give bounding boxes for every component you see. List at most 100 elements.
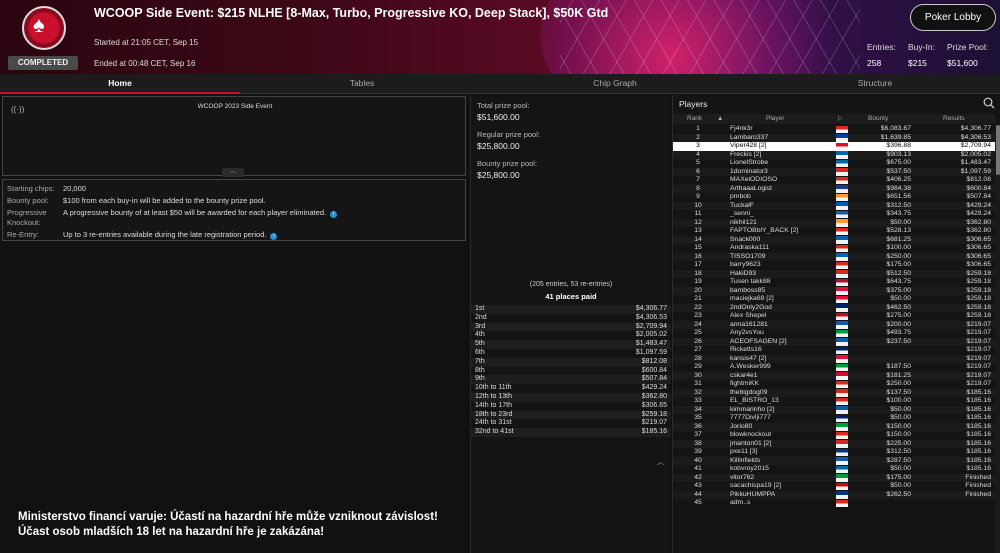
player-row[interactable]: 9 pmbob $651.56 $507.84 <box>673 193 995 202</box>
player-name: maciejka69 [2] <box>730 295 774 302</box>
player-row[interactable]: 20 bamboss85 $375.00 $259.18 <box>673 286 995 295</box>
player-result: $259.18 <box>966 286 991 294</box>
country-flag-icon <box>836 244 848 252</box>
player-bounty: $312.50 <box>886 201 911 209</box>
player-row[interactable]: 32 thebigdog09 $137.50 $185.16 <box>673 388 995 397</box>
search-icon[interactable] <box>983 97 995 109</box>
col-results[interactable]: Results <box>943 115 965 122</box>
player-row[interactable]: 6 1dominator3 $537.50 $1,097.59 <box>673 167 995 176</box>
player-row[interactable]: 16 TISSO1709 $250.00 $306.65 <box>673 252 995 261</box>
country-flag-icon <box>836 253 848 261</box>
col-player[interactable]: Player <box>766 115 784 122</box>
player-row[interactable]: 31 fightmiKK $250.00 $219.07 <box>673 380 995 389</box>
player-row[interactable]: 15 Andraska111 $100.00 $306.65 <box>673 244 995 253</box>
payout-place: 7th <box>475 357 485 365</box>
player-row[interactable]: 40 Killinfields $287.50 $185.16 <box>673 456 995 465</box>
player-row[interactable]: 36 Jorio80 $150.00 $185.16 <box>673 422 995 431</box>
player-row[interactable]: 38 jmanton01 [2] $225.00 $185.16 <box>673 439 995 448</box>
player-row[interactable]: 11 _senni_ $343.75 $429.24 <box>673 210 995 219</box>
player-row[interactable]: 24 anna161281 $200.00 $219.07 <box>673 320 995 329</box>
player-row[interactable]: 25 Any2vsYou $493.75 $219.07 <box>673 329 995 338</box>
player-row[interactable]: 4 Freckis [2] $903.13 $2,005.02 <box>673 150 995 159</box>
player-row[interactable]: 14 Snack000 $681.25 $306.65 <box>673 235 995 244</box>
payout-row: 7th $812.08 <box>471 357 671 367</box>
player-row[interactable]: 7 MAXelODIOSO $406.25 $812.08 <box>673 176 995 185</box>
player-rank: 6 <box>696 167 700 175</box>
player-row[interactable]: 21 maciejka69 [2] $50.00 $259.18 <box>673 295 995 304</box>
player-row[interactable]: 8 ArthaaaLogist $984.38 $600.84 <box>673 184 995 193</box>
player-rank: 3 <box>696 142 700 149</box>
player-row[interactable]: 22 2ndOnly2God $462.50 $259.18 <box>673 303 995 312</box>
player-row[interactable]: 35 7777Divlji777 $50.00 $185.16 <box>673 414 995 423</box>
player-row[interactable]: 5 LionelStrobe $675.00 $1,483.47 <box>673 159 995 168</box>
player-rank: 13 <box>694 227 702 234</box>
payout-row: 1st $4,306.77 <box>471 305 671 314</box>
payout-place: 10th to 11th <box>475 384 512 392</box>
regular-prize-value: $25,800.00 <box>477 141 520 151</box>
player-bounty: $1,639.85 <box>880 133 911 141</box>
payout-row: 2nd $4,306.53 <box>471 314 671 323</box>
info-label: Knockout: <box>7 218 41 227</box>
tab-tables[interactable]: Tables <box>242 74 482 94</box>
player-bounty: $175.00 <box>886 473 911 481</box>
country-flag-icon <box>836 295 848 303</box>
player-row[interactable]: 19 Tusen takk88 $643.75 $259.18 <box>673 278 995 287</box>
warning-line-2: Účast osob mladších 18 let na hazardní h… <box>18 526 325 538</box>
country-flag-icon <box>836 312 848 320</box>
player-result: $219.07 <box>966 346 991 353</box>
player-row[interactable]: 42 vitor762 $175.00 Finished <box>673 473 995 482</box>
player-row[interactable]: 12 nikhil121 $50.00 $362.80 <box>673 218 995 227</box>
sort-up-icon[interactable]: ▲ <box>717 115 723 122</box>
player-name: Tusen takk88 <box>730 278 771 285</box>
info-icon[interactable]: i <box>330 211 338 218</box>
player-row[interactable]: 17 barry9623 $175.00 $306.65 <box>673 261 995 270</box>
player-bounty: $396.88 <box>886 142 911 149</box>
player-row[interactable]: 29 A.Wesker999 $187.50 $219.07 <box>673 363 995 372</box>
player-row[interactable]: 39 pxe11 [3] $312.50 $185.16 <box>673 448 995 457</box>
payout-row: 12th to 13th $362.80 <box>471 392 671 402</box>
player-row[interactable]: 27 Ricketts16 $219.07 <box>673 346 995 355</box>
players-scrollbar[interactable] <box>995 125 1000 553</box>
poker-lobby-button[interactable]: Poker Lobby <box>910 4 996 31</box>
player-result: Finished <box>965 473 991 481</box>
scrollbar-thumb[interactable] <box>996 125 1000 175</box>
tab-home[interactable]: Home <box>0 74 240 94</box>
player-row[interactable]: 33 EL_BISTRO_13 $100.00 $185.16 <box>673 397 995 406</box>
player-row[interactable]: 37 blowknockout $150.00 $185.16 <box>673 431 995 440</box>
player-rank: 15 <box>694 244 702 251</box>
player-row[interactable]: 30 cskar4e1 $181.25 $219.07 <box>673 371 995 380</box>
player-row[interactable]: 28 kansis47 [2] $219.07 <box>673 354 995 363</box>
collapse-chevron-icon[interactable]: ︿ <box>222 168 244 177</box>
player-row[interactable]: 26 ACEOFSAGEN [2] $237.50 $219.07 <box>673 337 995 346</box>
payout-place: 2nd <box>475 313 487 321</box>
player-row[interactable]: 44 PikkuHUMPPA $262.50 Finished <box>673 490 995 499</box>
info-icon[interactable]: i <box>270 233 278 240</box>
player-bounty: $250.00 <box>886 380 911 387</box>
player-rank: 37 <box>694 431 702 438</box>
tab-chip-graph[interactable]: Chip Graph <box>495 74 735 94</box>
col-rank[interactable]: Rank <box>687 115 702 122</box>
player-row[interactable]: 41 kobvroy2015 $50.00 $185.16 <box>673 465 995 474</box>
player-result: $219.07 <box>966 371 991 379</box>
player-row[interactable]: 45 adm..s <box>673 499 995 508</box>
col-bounty[interactable]: Bounty <box>868 115 888 122</box>
player-result: $1,097.59 <box>960 167 991 175</box>
player-row[interactable]: 3 Viper428 [2] $396.88 $2,709.94 <box>673 142 995 151</box>
payout-place: 3rd <box>475 322 486 330</box>
flag-icon[interactable]: ⚐ <box>837 115 843 123</box>
player-rank: 9 <box>696 193 700 200</box>
bounty-prize-value: $25,800.00 <box>477 170 520 180</box>
player-row[interactable]: 23 Alex Shepel $275.00 $259.18 <box>673 312 995 321</box>
player-name: anna161281 <box>730 320 768 328</box>
player-name: nikhil121 <box>730 218 757 226</box>
player-row[interactable]: 2 Lambaro337 $1,639.85 $4,306.53 <box>673 133 995 142</box>
player-row[interactable]: 13 FAPTOBblY_BACK [2] $528.13 $362.80 <box>673 227 995 236</box>
tab-structure[interactable]: Structure <box>755 74 995 94</box>
player-row[interactable]: 34 kimmarinho [2] $50.00 $185.16 <box>673 405 995 414</box>
player-row[interactable]: 43 sacachispa19 [2] $50.00 Finished <box>673 482 995 491</box>
player-rank: 45 <box>694 499 702 506</box>
scroll-up-chevron-icon[interactable]: ︿ <box>657 457 664 467</box>
player-row[interactable]: 18 HakiD93 $512.50 $259.18 <box>673 269 995 278</box>
player-row[interactable]: 10 TuckalF $312.50 $429.24 <box>673 201 995 210</box>
player-row[interactable]: 1 Fj4nk3r $6,083.67 $4,306.77 <box>673 125 995 134</box>
